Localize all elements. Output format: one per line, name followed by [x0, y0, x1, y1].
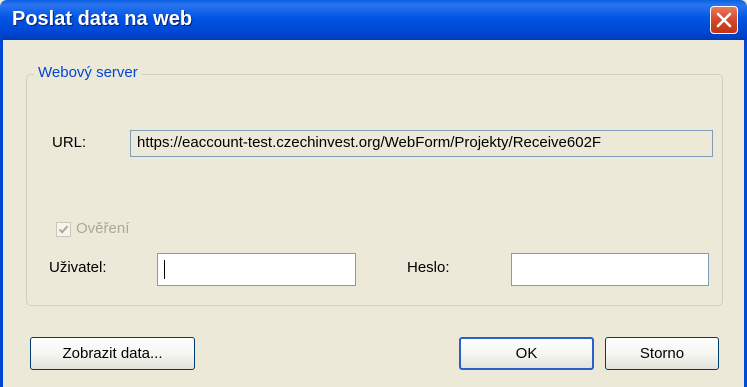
auth-label: Ověření [76, 220, 130, 237]
group-title: Webový server [34, 64, 142, 81]
text-caret [164, 260, 165, 279]
title-bar[interactable]: Poslat data na web [0, 0, 747, 40]
url-field[interactable]: https://eaccount-test.czechinvest.org/We… [130, 130, 713, 157]
user-label: Uživatel: [49, 259, 107, 276]
url-label: URL: [52, 134, 87, 151]
password-input[interactable] [511, 253, 709, 286]
window-title: Poslat data na web [12, 8, 193, 30]
checkmark-icon [58, 225, 69, 234]
cancel-button[interactable]: Storno [605, 337, 719, 370]
close-icon [716, 12, 732, 28]
password-label: Heslo: [407, 259, 450, 276]
close-button[interactable] [710, 6, 738, 34]
window-frame-left [0, 40, 3, 387]
show-data-button[interactable]: Zobrazit data... [30, 337, 195, 370]
auth-checkbox[interactable] [56, 222, 71, 237]
user-input[interactable] [157, 253, 356, 286]
ok-button[interactable]: OK [459, 337, 594, 370]
